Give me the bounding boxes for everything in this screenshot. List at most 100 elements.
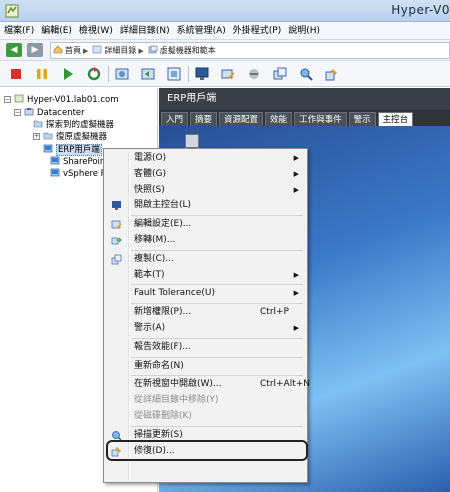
inventory-icon [93,45,102,54]
menu-item-21: 從詳細目錄中移除(Y) [106,393,305,408]
menu-item-1[interactable]: 客體(G) ▶ [106,167,305,182]
submenu-arrow-icon: ▶ [293,154,299,162]
menu-item-20[interactable]: 在新視窗中開啟(W)... Ctrl+Alt+N [106,377,310,392]
migrate-icon[interactable] [246,66,262,82]
migrate-icon [111,235,122,246]
address-bar: 首頁 ▶ 詳細目錄 ▶ 虛擬機器和範本 [50,42,450,59]
tree-node-host[interactable]: − Hyper-V01.lab01.com [4,94,119,106]
breadcrumb-separator: ▶ [138,47,144,55]
menu-view[interactable]: 檢視(W) [75,22,116,38]
highlight-frame [106,440,308,461]
menu-bar: 檔案(F) 編輯(E) 檢視(W) 詳細目錄(N) 系統管理(A) 外掛程式(P) 說明(H… [0,22,450,40]
collapse-icon[interactable]: − [14,109,21,116]
vms-templates-icon [148,45,158,54]
breadcrumb-separator: ▶ [83,47,89,55]
vcenter-icon [14,94,24,103]
menu-file[interactable]: 檔案(F) [0,22,37,38]
snapshot-icon[interactable] [114,66,130,82]
panel-tabs: 入門 摘要 資源配置 效能 工作與事件 警示 主控台 [159,110,450,126]
menu-inventory[interactable]: 詳細目錄(N) [116,22,173,38]
tab-tasks-events[interactable]: 工作與事件 [294,112,347,126]
panel-title: ERP用戶端 [159,88,450,110]
menu-plugins[interactable]: 外掛程式(P) [229,22,284,38]
tab-alarms[interactable]: 警示 [348,112,376,126]
menu-item-6[interactable]: 移轉(M)... [106,233,305,248]
menu-item-label: 複製(C)... [134,253,174,264]
menu-item-9[interactable]: 範本(T) ▶ [106,268,305,283]
tree-node-erp-client[interactable]: ERP用戶端 [43,144,102,156]
menu-item-shortcut: Ctrl+P [260,307,289,318]
window-title: Hyper-V0 [391,3,450,17]
menu-item-3[interactable]: 開啟主控台(L) [106,198,305,213]
toolbar [0,61,450,87]
forward-button[interactable]: ▶ [27,43,43,57]
tree-node-datacenter[interactable]: − Datacenter [14,107,85,119]
tree-node-recovered-vms[interactable]: + 復原虛擬機器 [33,131,107,143]
submenu-arrow-icon: ▶ [293,169,299,178]
menu-item-label: 新增權限(P)... [134,307,192,318]
toolbar-separator [188,66,189,82]
edit-settings-icon [111,219,122,230]
tab-console[interactable]: 主控台 [377,112,414,126]
menu-separator [131,249,303,251]
tree-node-sharepoint[interactable]: SharePoint [50,156,109,168]
scan-icon[interactable] [298,66,314,82]
tree-node-vsphere[interactable]: vSphere R [50,168,107,180]
menu-item-2[interactable]: 快照(S) ▶ [106,183,305,198]
menu-separator [131,215,303,217]
revert-snapshot-icon[interactable] [140,66,156,82]
back-button[interactable]: ◀ [6,43,22,57]
menu-help[interactable]: 說明(H) [284,22,323,38]
menu-item-8[interactable]: 複製(C)... [106,252,305,267]
tab-getting-started[interactable]: 入門 [161,112,189,126]
menu-item-13[interactable]: 新增權限(P)... Ctrl+P [106,305,305,320]
menu-item-label: 範本(T) [134,269,165,280]
menu-separator [131,284,303,286]
menu-item-label: 開啟主控台(L) [134,200,192,211]
expand-icon[interactable]: + [33,133,40,140]
navigation-bar: ◀ ▶ 首頁 ▶ 詳細目錄 ▶ 虛擬機器和範本 [0,40,450,61]
menu-separator [131,425,303,427]
menu-item-label: 從詳細目錄中移除(Y) [134,395,219,406]
menu-item-18[interactable]: 重新命名(N) [106,359,305,374]
vsphere-client-window: Hyper-V0 檔案(F) 編輯(E) 檢視(W) 詳細目錄(N) 系統管理(A) 外掛… [0,0,450,492]
tab-performance[interactable]: 效能 [265,112,293,126]
menu-item-5[interactable]: 編輯設定(E)... [106,217,305,232]
menu-item-14[interactable]: 警示(A) ▶ [106,321,305,336]
clone-icon[interactable] [272,66,288,82]
console-icon [111,200,122,211]
tab-summary[interactable]: 摘要 [190,112,218,126]
snapshot-manager-icon[interactable] [166,66,182,82]
menu-item-16[interactable]: 報告效能(F)... [106,340,305,355]
clone-icon [111,254,122,265]
menu-item-label: 報告效能(F)... [134,341,191,352]
menu-item-label: Fault Tolerance(U) [134,288,215,299]
edit-settings-icon[interactable] [220,66,236,82]
submenu-arrow-icon: ▶ [293,270,299,279]
menu-administration[interactable]: 系統管理(A) [173,22,229,38]
reset-icon[interactable] [86,66,102,82]
menu-item-0[interactable]: 電源(O) ▶ [106,151,305,166]
datacenter-icon [24,108,34,116]
app-icon [5,4,19,18]
power-off-icon[interactable] [8,66,24,82]
tab-resource-allocation[interactable]: 資源配置 [219,112,264,126]
menu-item-label: 在新視窗中開啟(W)... [134,379,222,390]
menu-edit[interactable]: 編輯(E) [37,22,75,38]
breadcrumb-inventory[interactable]: 詳細目錄 [90,43,136,58]
breadcrumb-vms-templates[interactable]: 虛擬機器和範本 [146,43,216,58]
power-on-icon[interactable] [60,66,76,82]
tree-node-discovered-vms[interactable]: 探索到的虛擬機器 [33,119,114,131]
desktop-icon[interactable] [185,134,199,148]
menu-item-11[interactable]: Fault Tolerance(U) ▶ [106,286,305,301]
menu-item-label: 從磁碟刪除(K) [134,411,192,421]
menu-item-label: 移轉(M)... [134,235,176,245]
breadcrumb-home[interactable]: 首頁 [51,43,81,58]
console-icon[interactable] [194,66,210,82]
collapse-icon[interactable]: − [4,96,11,103]
menu-item-label: 電源(O) [134,153,167,163]
menu-item-label: 編輯設定(E)... [134,219,192,230]
suspend-icon[interactable] [34,66,50,82]
remediate-icon[interactable] [324,66,340,82]
menu-item-22: 從磁碟刪除(K) [106,409,305,424]
